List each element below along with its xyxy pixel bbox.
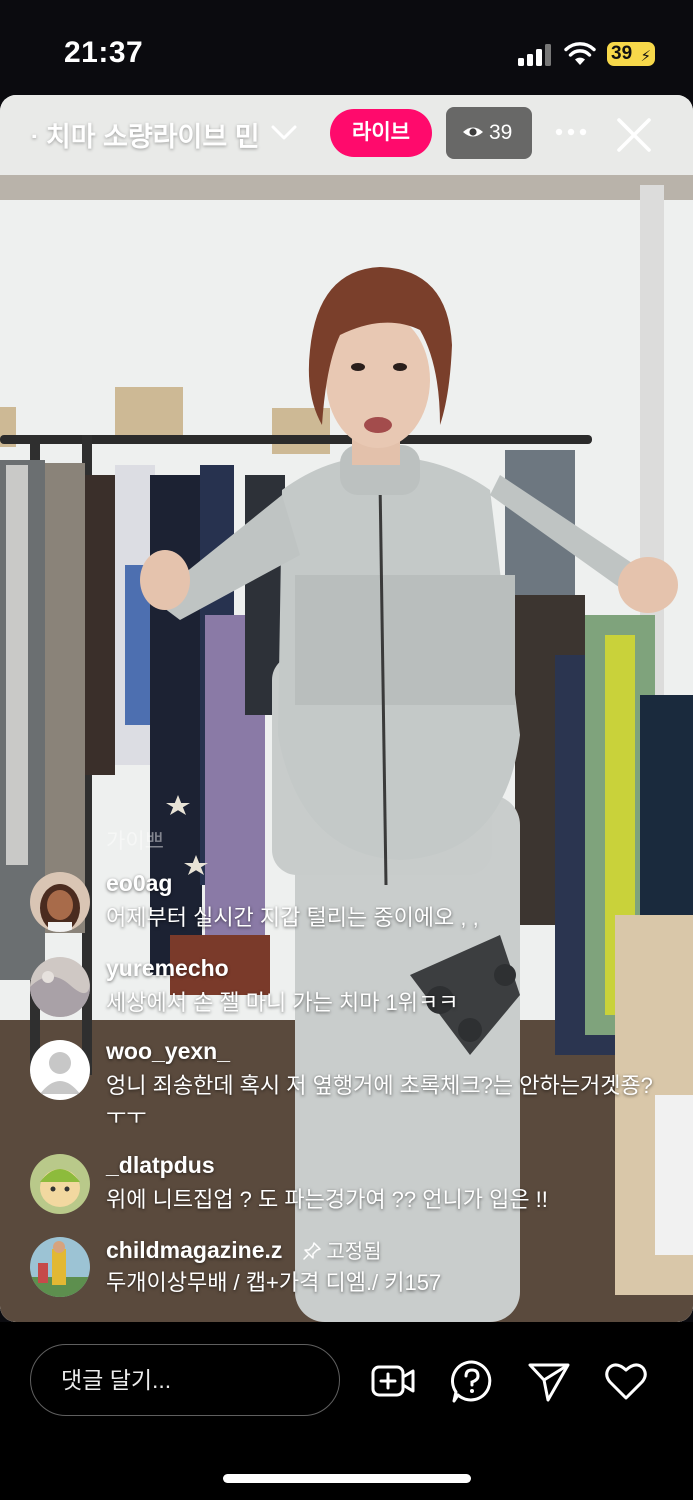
comment-text: 두개이상무배 / 캡+가격 디엠./ 키157 — [106, 1270, 442, 1295]
live-badge: 라이브 — [330, 109, 432, 157]
charging-icon: ⚡ — [640, 48, 651, 65]
comment-text: 세상에서 손 젤 마니 가는 치마 1위ㅋㅋ — [106, 990, 459, 1015]
chevron-down-icon[interactable] — [270, 123, 298, 143]
cellular-signal-icon — [518, 44, 552, 66]
avatar — [30, 957, 90, 1017]
status-time: 21:37 — [64, 36, 144, 69]
status-bar: 21:37 39 ⚡ — [0, 0, 693, 95]
question-icon[interactable] — [449, 1358, 495, 1404]
more-icon[interactable] — [553, 117, 589, 147]
comment-username[interactable]: childmagazine.z 고정됨 — [106, 1235, 382, 1264]
avatar — [30, 1040, 90, 1100]
viewer-count: 39 — [489, 121, 513, 144]
comment-username[interactable]: woo_yexn_ — [106, 1038, 230, 1065]
video-frame — [0, 95, 693, 1322]
heart-icon[interactable] — [603, 1358, 649, 1404]
comment-text: 어제부터 실시간 지갑 털리는 중이에오 , , — [106, 905, 479, 930]
comment-username[interactable]: yuremecho — [106, 955, 229, 982]
pinned-indicator: 고정됨 — [303, 1235, 382, 1264]
comment-username[interactable]: eo0ag — [106, 870, 172, 897]
pinned-label: 고정됨 — [326, 1241, 382, 1263]
video-add-icon[interactable] — [370, 1358, 416, 1404]
live-header: ᐧ 치마 소량라이브 민 라이브 39 — [0, 95, 693, 185]
comment-username-text: childmagazine.z — [106, 1237, 283, 1263]
avatar — [30, 1237, 90, 1297]
close-icon[interactable] — [614, 115, 654, 155]
live-video[interactable]: ᐧ 치마 소량라이브 민 라이브 39 가이쁘 eo0ag 어제부터 실시간 지… — [0, 95, 693, 1322]
live-title[interactable]: ᐧ 치마 소량라이브 민 — [30, 115, 260, 154]
eye-icon — [463, 127, 483, 137]
avatar — [30, 872, 90, 932]
pin-icon — [303, 1242, 321, 1260]
send-icon[interactable] — [526, 1358, 572, 1404]
viewer-count-badge[interactable]: 39 — [446, 107, 532, 159]
home-indicator[interactable] — [223, 1474, 471, 1483]
comment-text: 위에 니트집업 ? 도 파는겅가여 ?? 언니가 입은 !! — [106, 1187, 548, 1212]
battery-indicator: 39 ⚡ — [607, 42, 655, 66]
comment-input[interactable]: 댓글 달기... — [30, 1344, 340, 1416]
battery-level: 39 — [611, 43, 633, 64]
avatar — [30, 1154, 90, 1214]
comment-username[interactable]: _dlatpdus — [106, 1152, 215, 1179]
wifi-icon — [564, 42, 596, 65]
comment-text: 엉니 죄송한데 혹시 저 옆행거에 초록체크?는 안하는거겟죵?ㅜㅜ — [106, 1073, 653, 1129]
